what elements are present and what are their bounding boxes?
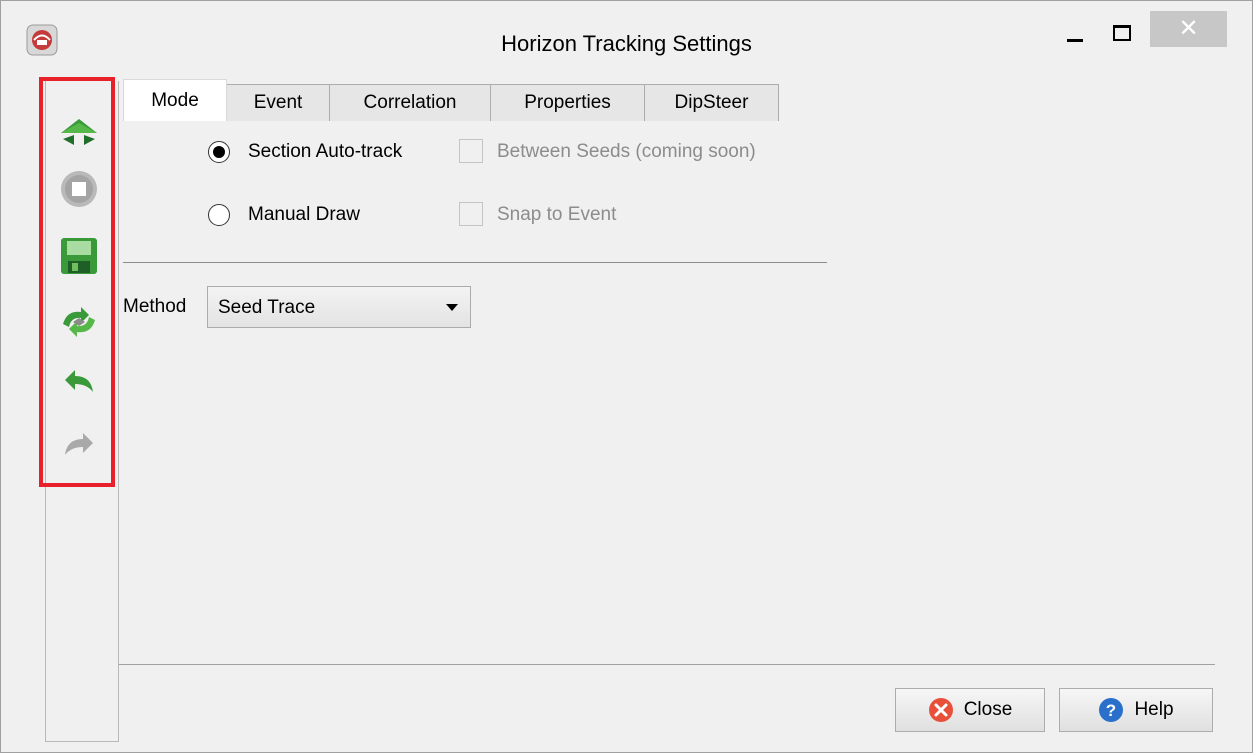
close-button[interactable]: Close bbox=[895, 688, 1045, 732]
maximize-button[interactable] bbox=[1101, 19, 1141, 55]
stop-button[interactable] bbox=[51, 163, 107, 215]
between-seeds-checkbox[interactable] bbox=[459, 139, 483, 163]
section-autotrack-label[interactable]: Section Auto-track bbox=[248, 141, 402, 163]
start-tracking-icon bbox=[61, 119, 97, 145]
tab-properties[interactable]: Properties bbox=[490, 84, 645, 121]
snap-to-event-checkbox[interactable] bbox=[459, 202, 483, 226]
snap-to-event-label: Snap to Event bbox=[497, 204, 617, 225]
save-icon bbox=[61, 238, 97, 274]
tab-label: Mode bbox=[151, 89, 199, 111]
method-select-value: Seed Trace bbox=[218, 297, 316, 318]
footer-divider bbox=[119, 664, 1215, 665]
dropdown-arrow-icon bbox=[446, 304, 458, 311]
redo-icon bbox=[65, 433, 93, 455]
tab-event[interactable]: Event bbox=[226, 84, 330, 121]
tab-label: DipSteer bbox=[674, 92, 749, 113]
undo-icon bbox=[65, 370, 93, 392]
between-seeds-label: Between Seeds (coming soon) bbox=[497, 141, 756, 162]
help-icon: ? bbox=[1099, 698, 1124, 722]
method-label: Method bbox=[123, 296, 187, 317]
tab-label: Event bbox=[253, 92, 303, 113]
manual-draw-label[interactable]: Manual Draw bbox=[248, 204, 360, 226]
undo-button[interactable] bbox=[51, 356, 107, 408]
minimize-button[interactable] bbox=[1056, 19, 1096, 55]
tab-label: Correlation bbox=[363, 92, 457, 113]
save-button[interactable] bbox=[51, 230, 107, 282]
stop-icon bbox=[61, 171, 97, 207]
redo-button[interactable] bbox=[51, 419, 107, 471]
close-circle-icon bbox=[928, 698, 953, 722]
title-bar: Horizon Tracking Settings ✕ bbox=[1, 1, 1252, 73]
mode-divider bbox=[123, 262, 827, 263]
tab-dipsteer[interactable]: DipSteer bbox=[644, 84, 779, 121]
retrack-button[interactable] bbox=[51, 296, 107, 348]
method-select[interactable]: Seed Trace bbox=[207, 286, 471, 328]
manual-draw-radio[interactable] bbox=[208, 204, 230, 226]
dialog-window: Horizon Tracking Settings ✕ Mode Event C… bbox=[0, 0, 1253, 753]
tab-label: Properties bbox=[524, 92, 611, 113]
tab-correlation[interactable]: Correlation bbox=[329, 84, 491, 121]
svg-text:?: ? bbox=[1106, 701, 1116, 720]
section-autotrack-radio[interactable] bbox=[208, 141, 230, 163]
window-close-button[interactable]: ✕ bbox=[1150, 11, 1227, 47]
close-button-label: Close bbox=[963, 699, 1013, 720]
start-tracking-button[interactable] bbox=[51, 107, 107, 159]
help-button[interactable]: ? Help bbox=[1059, 688, 1213, 732]
help-button-label: Help bbox=[1134, 699, 1174, 720]
tab-mode[interactable]: Mode bbox=[123, 79, 227, 121]
retrack-icon bbox=[63, 307, 95, 337]
